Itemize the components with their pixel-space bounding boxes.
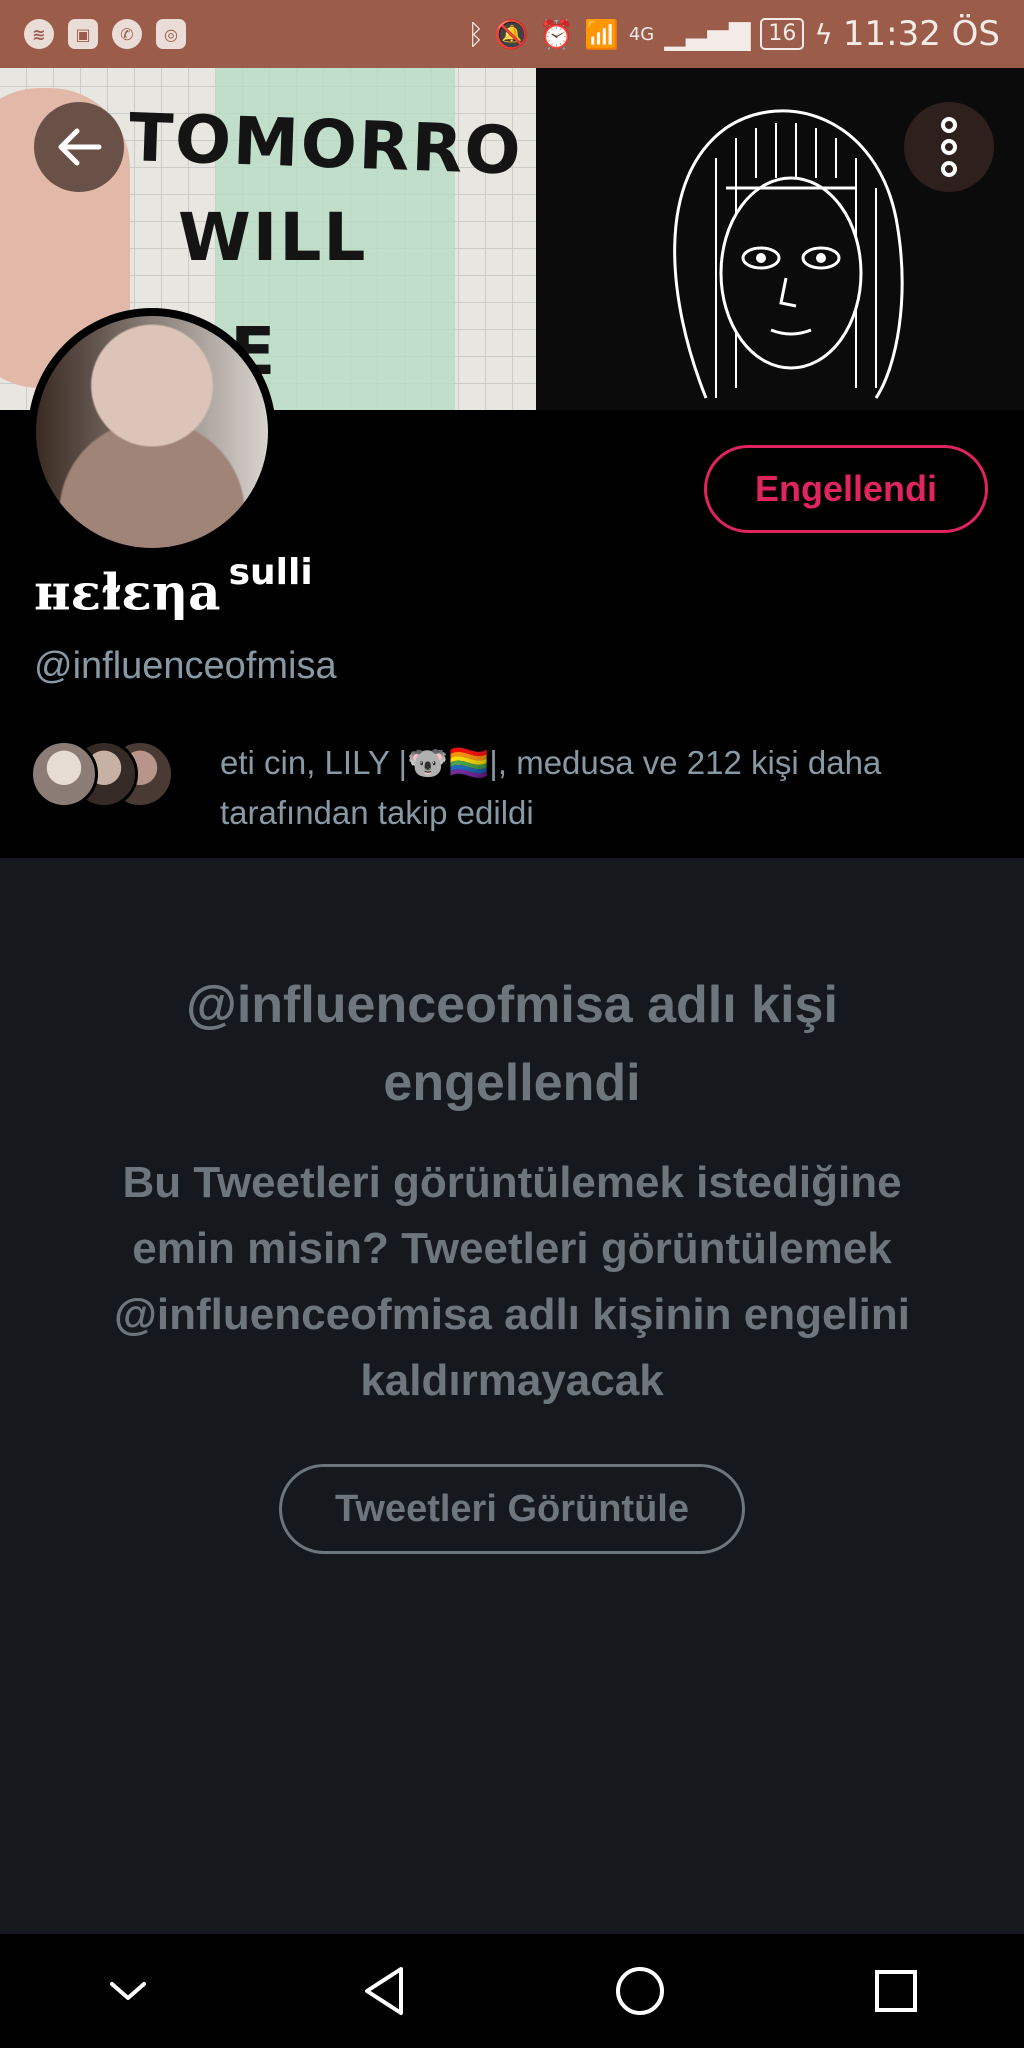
battery-level: 16 (760, 18, 805, 50)
avatar[interactable] (28, 308, 276, 556)
signal-icon: ▁▃▅▇ (664, 17, 751, 51)
charging-icon: ϟ (814, 17, 833, 51)
more-options-button[interactable] (904, 102, 994, 192)
svg-text:WILL: WILL (178, 199, 367, 276)
triangle-back-icon (365, 1967, 403, 2015)
display-name-suffix: sulli (228, 552, 313, 593)
back-button[interactable] (34, 102, 124, 192)
followed-by-text: eti cin, LILY |🐨🏳️‍🌈|, medusa ve 212 kiş… (220, 744, 882, 831)
whatsapp-icon: ✆ (112, 19, 142, 49)
display-name-text: ʜɛɫɛηa (34, 562, 221, 622)
nav-home-button[interactable] (585, 1951, 695, 2031)
alarm-icon: ⏰ (539, 17, 574, 51)
svg-text:TOMORROW: TOMORROW (130, 99, 520, 192)
follower-avatars (30, 738, 180, 810)
followed-by[interactable]: eti cin, LILY |🐨🏳️‍🌈|, medusa ve 212 kiş… (30, 738, 1010, 838)
nav-recents-button[interactable] (841, 1951, 951, 2031)
blocked-notice: @influenceofmisa adlı kişi engellendi Bu… (0, 858, 1024, 1934)
gallery-icon: ▣ (68, 19, 98, 49)
wifi-icon: 📶 (583, 17, 619, 51)
arrow-left-icon (58, 128, 102, 166)
hide-nav-button[interactable] (73, 1951, 183, 2031)
network-type: 4G (628, 23, 655, 45)
square-recents-icon (875, 1970, 917, 2012)
circle-home-icon (616, 1967, 664, 2015)
clock: 11:32 ÖS (842, 14, 1000, 54)
chevron-down-icon (110, 1982, 146, 2000)
system-nav-bar (0, 1934, 1024, 2048)
notification-icons: ≋ ▣ ✆ ◎ (24, 19, 186, 49)
follower-avatar (30, 740, 98, 808)
view-tweets-button[interactable]: Tweetleri Görüntüle (279, 1464, 745, 1554)
status-bar: ≋ ▣ ✆ ◎ ᛒ 🔕 ⏰ 📶 4G ▁▃▅▇ 16 ϟ 11:32 ÖS (0, 0, 1024, 68)
spotify-icon: ≋ (24, 19, 54, 49)
bluetooth-icon: ᛒ (467, 17, 485, 51)
instagram-icon: ◎ (156, 19, 186, 49)
system-status: ᛒ 🔕 ⏰ 📶 4G ▁▃▅▇ 16 ϟ 11:32 ÖS (467, 14, 1000, 54)
mute-icon: 🔕 (494, 17, 530, 51)
more-vertical-icon (941, 117, 957, 177)
nav-back-button[interactable] (329, 1951, 439, 2031)
blocked-title: @influenceofmisa adlı kişi engellendi (186, 976, 838, 1112)
display-name: ʜɛɫɛηa sulli (34, 552, 313, 622)
user-handle: @influenceofmisa (34, 645, 337, 687)
blocked-button[interactable]: Engellendi (704, 445, 988, 533)
blocked-message: Bu Tweetleri görüntülemek istediğine emi… (114, 1158, 910, 1405)
avatar-photo (36, 316, 268, 548)
sketch-drawing (673, 109, 904, 399)
